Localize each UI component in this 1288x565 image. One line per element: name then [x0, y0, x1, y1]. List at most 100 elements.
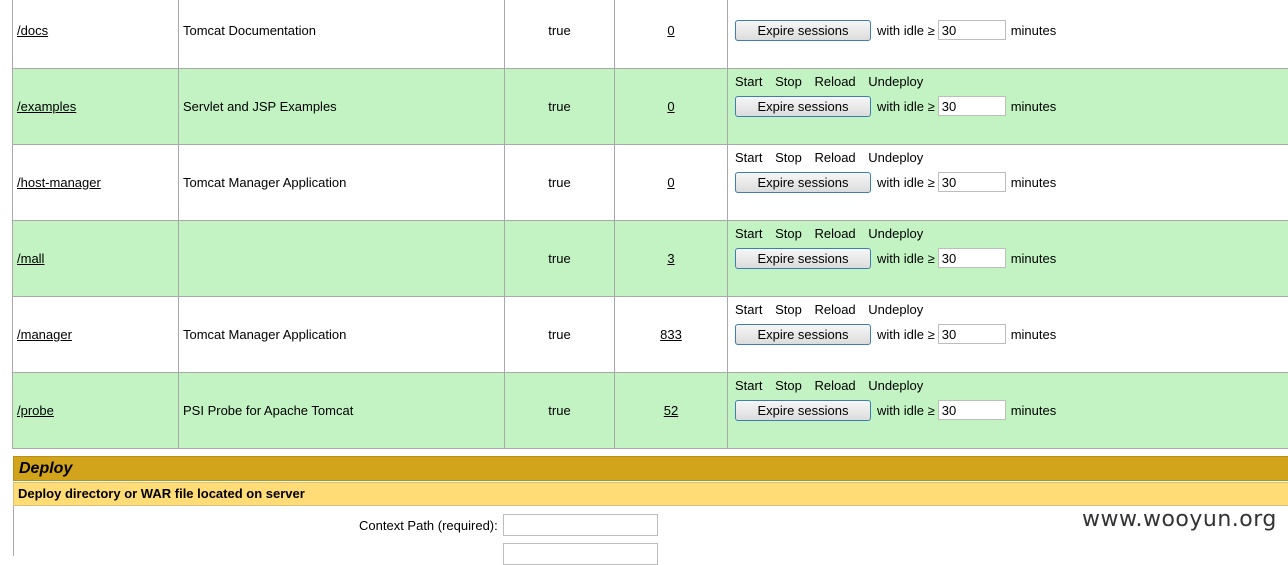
- undeploy-command[interactable]: Undeploy: [868, 74, 923, 89]
- app-path-link[interactable]: /mall: [17, 251, 44, 266]
- app-path-link[interactable]: /host-manager: [17, 175, 101, 190]
- reload-command[interactable]: Reload: [814, 150, 855, 165]
- minutes-label: minutes: [1011, 403, 1057, 418]
- command-links: Start Stop Reload Undeploy: [735, 145, 1288, 169]
- sessions-link[interactable]: 0: [667, 23, 674, 38]
- app-path-cell: /probe: [13, 373, 179, 449]
- idle-minutes-input[interactable]: [938, 96, 1006, 116]
- idle-label: with idle ≥: [877, 23, 935, 38]
- idle-label: with idle ≥: [877, 251, 935, 266]
- display-name-cell: Tomcat Manager Application: [179, 297, 505, 373]
- sessions-cell: 0: [615, 0, 728, 69]
- sessions-link[interactable]: 0: [667, 99, 674, 114]
- expire-sessions-button[interactable]: Expire sessions: [735, 324, 871, 345]
- table-row: /mall true 3 Start Stop Reload Undeploy …: [13, 221, 1288, 297]
- deploy-section-header: Deploy: [13, 456, 1288, 481]
- start-command: Start: [735, 226, 762, 241]
- stop-command[interactable]: Stop: [775, 226, 802, 241]
- sessions-link[interactable]: 3: [667, 251, 674, 266]
- applications-table: /docs Tomcat Documentation true 0 Start …: [12, 0, 1288, 449]
- reload-command[interactable]: Reload: [814, 378, 855, 393]
- start-command: Start: [735, 74, 762, 89]
- expire-sessions-button[interactable]: Expire sessions: [735, 20, 871, 41]
- context-path-input[interactable]: [503, 514, 658, 536]
- table-row: /probe PSI Probe for Apache Tomcat true …: [13, 373, 1288, 449]
- table-row: /host-manager Tomcat Manager Application…: [13, 145, 1288, 221]
- undeploy-command[interactable]: Undeploy: [868, 302, 923, 317]
- app-path-cell: /host-manager: [13, 145, 179, 221]
- expire-sessions-button[interactable]: Expire sessions: [735, 96, 871, 117]
- stop-command[interactable]: Stop: [775, 74, 802, 89]
- app-path-link[interactable]: /docs: [17, 23, 48, 38]
- app-path-link[interactable]: /examples: [17, 99, 76, 114]
- commands-cell: Start Stop Reload Undeploy Expire sessio…: [728, 145, 1288, 221]
- deploy-subsection-header: Deploy directory or WAR file located on …: [13, 482, 1288, 506]
- minutes-label: minutes: [1011, 175, 1057, 190]
- sessions-link[interactable]: 0: [667, 175, 674, 190]
- idle-label: with idle ≥: [877, 327, 935, 342]
- command-links: Start Stop Reload Undeploy: [735, 221, 1288, 245]
- running-cell: true: [505, 373, 615, 449]
- command-links: Start Stop Reload Undeploy: [735, 69, 1288, 93]
- commands-cell: Start Stop Reload Undeploy Expire sessio…: [728, 221, 1288, 297]
- expire-sessions-button[interactable]: Expire sessions: [735, 400, 871, 421]
- sessions-cell: 0: [615, 69, 728, 145]
- reload-command[interactable]: Reload: [814, 226, 855, 241]
- sessions-link[interactable]: 52: [664, 403, 678, 418]
- reload-command[interactable]: Reload: [814, 302, 855, 317]
- minutes-label: minutes: [1011, 99, 1057, 114]
- expire-sessions-form: Expire sessions with idle ≥ minutes: [735, 17, 1288, 43]
- commands-cell: Start Stop Reload Undeploy Expire sessio…: [728, 69, 1288, 145]
- running-cell: true: [505, 221, 615, 297]
- expire-sessions-form: Expire sessions with idle ≥ minutes: [735, 93, 1288, 119]
- idle-minutes-input[interactable]: [938, 20, 1006, 40]
- commands-cell: Start Stop Reload Undeploy Expire sessio…: [728, 373, 1288, 449]
- display-name-cell: [179, 221, 505, 297]
- display-name-cell: PSI Probe for Apache Tomcat: [179, 373, 505, 449]
- expire-sessions-form: Expire sessions with idle ≥ minutes: [735, 397, 1288, 423]
- running-cell: true: [505, 145, 615, 221]
- expire-sessions-form: Expire sessions with idle ≥ minutes: [735, 245, 1288, 271]
- app-path-cell: /examples: [13, 69, 179, 145]
- undeploy-command[interactable]: Undeploy: [868, 378, 923, 393]
- running-cell: true: [505, 297, 615, 373]
- display-name-cell: Servlet and JSP Examples: [179, 69, 505, 145]
- expire-sessions-button[interactable]: Expire sessions: [735, 172, 871, 193]
- idle-label: with idle ≥: [877, 403, 935, 418]
- deploy-config-input[interactable]: [503, 543, 658, 565]
- app-path-cell: /mall: [13, 221, 179, 297]
- stop-command[interactable]: Stop: [775, 150, 802, 165]
- app-path-cell: /docs: [13, 0, 179, 69]
- running-cell: true: [505, 0, 615, 69]
- app-path-cell: /manager: [13, 297, 179, 373]
- start-command: Start: [735, 150, 762, 165]
- display-name-cell: Tomcat Documentation: [179, 0, 505, 69]
- running-cell: true: [505, 69, 615, 145]
- stop-command[interactable]: Stop: [775, 378, 802, 393]
- idle-minutes-input[interactable]: [938, 172, 1006, 192]
- idle-label: with idle ≥: [877, 99, 935, 114]
- table-row: /docs Tomcat Documentation true 0 Start …: [13, 0, 1288, 69]
- sessions-link[interactable]: 833: [660, 327, 682, 342]
- sessions-cell: 833: [615, 297, 728, 373]
- expire-sessions-button[interactable]: Expire sessions: [735, 248, 871, 269]
- idle-minutes-input[interactable]: [938, 248, 1006, 268]
- reload-command[interactable]: Reload: [814, 74, 855, 89]
- watermark: www.wooyun.org: [1082, 507, 1277, 532]
- commands-cell: Start Stop Reload Undeploy Expire sessio…: [728, 0, 1288, 69]
- start-command: Start: [735, 302, 762, 317]
- start-command: Start: [735, 378, 762, 393]
- app-path-link[interactable]: /manager: [17, 327, 72, 342]
- command-links: Start Stop Reload Undeploy: [735, 373, 1288, 397]
- undeploy-command[interactable]: Undeploy: [868, 150, 923, 165]
- commands-cell: Start Stop Reload Undeploy Expire sessio…: [728, 297, 1288, 373]
- minutes-label: minutes: [1011, 251, 1057, 266]
- context-path-label: Context Path (required):: [359, 518, 498, 533]
- stop-command[interactable]: Stop: [775, 302, 802, 317]
- table-row: /manager Tomcat Manager Application true…: [13, 297, 1288, 373]
- sessions-cell: 0: [615, 145, 728, 221]
- undeploy-command[interactable]: Undeploy: [868, 226, 923, 241]
- app-path-link[interactable]: /probe: [17, 403, 54, 418]
- idle-minutes-input[interactable]: [938, 324, 1006, 344]
- idle-minutes-input[interactable]: [938, 400, 1006, 420]
